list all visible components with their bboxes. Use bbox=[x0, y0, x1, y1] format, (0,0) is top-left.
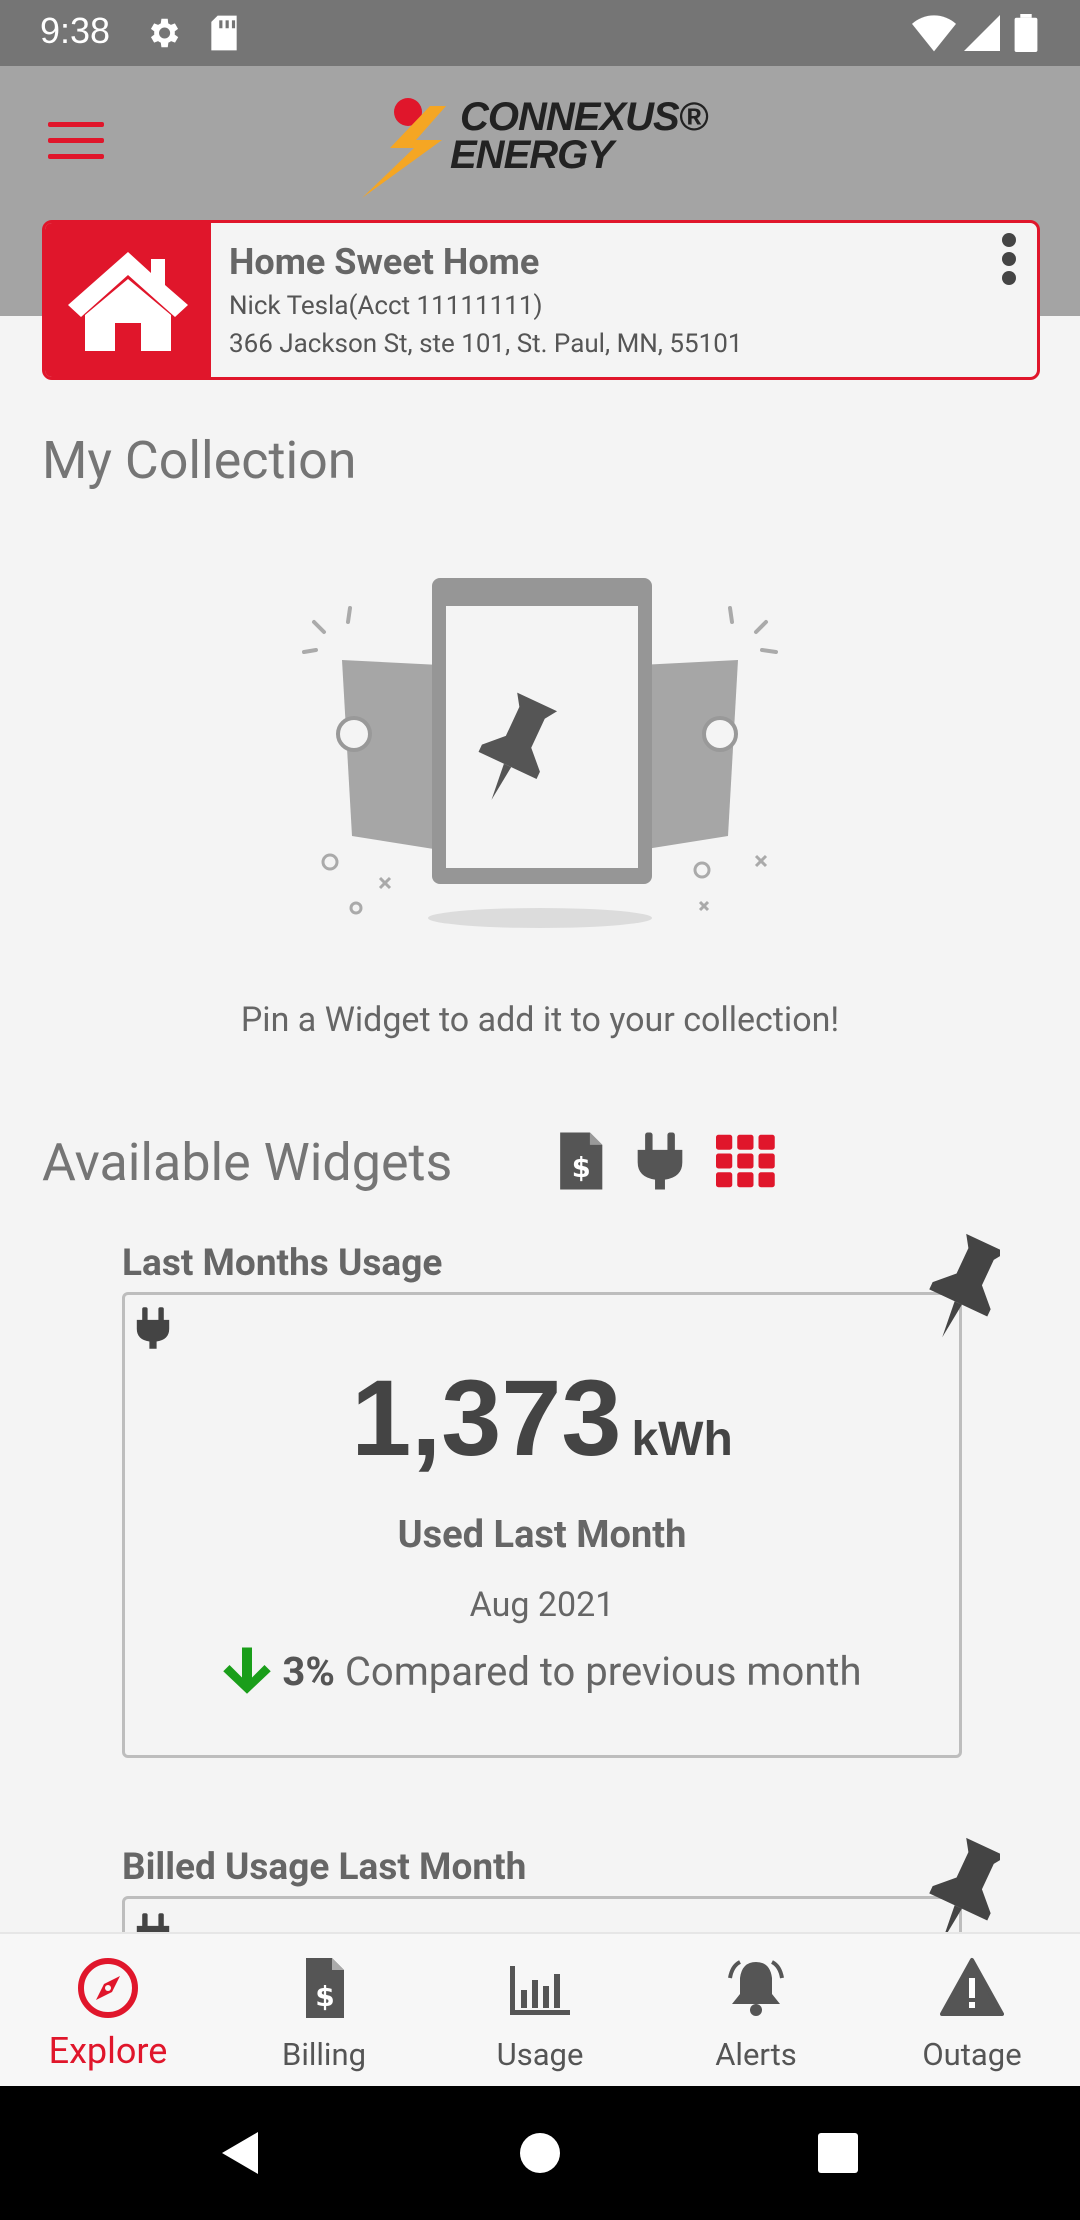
system-navigation-bar bbox=[0, 2086, 1080, 2220]
pin-widget-illustration bbox=[302, 578, 778, 928]
settings-icon bbox=[150, 18, 179, 48]
sd-card-icon bbox=[211, 15, 237, 51]
usage-filter-icon[interactable] bbox=[634, 1130, 686, 1192]
nav-billing[interactable]: $ Billing bbox=[216, 1934, 432, 2088]
available-widgets-title: Available Widgets bbox=[42, 1132, 453, 1193]
usage-comparison: 3% Compared to previous month bbox=[125, 1645, 959, 1695]
plug-icon bbox=[136, 1307, 170, 1349]
svg-text:$: $ bbox=[572, 1153, 591, 1184]
logo-line-2: ENERGY bbox=[450, 133, 614, 177]
nav-label: Billing bbox=[282, 2036, 366, 2073]
account-address: 366 Jackson St, ste 101, St. Paul, MN, 5… bbox=[229, 329, 743, 359]
account-holder: Nick Tesla(Acct 11111111) bbox=[229, 291, 543, 321]
wifi-icon bbox=[912, 15, 956, 52]
account-card[interactable]: Home Sweet Home Nick Tesla(Acct 11111111… bbox=[42, 220, 1040, 380]
account-overflow-menu-button[interactable] bbox=[999, 233, 1019, 293]
battery-icon bbox=[1014, 14, 1038, 52]
all-widgets-filter-icon[interactable] bbox=[716, 1130, 776, 1192]
usage-unit: kWh bbox=[631, 1413, 733, 1466]
usage-label: Used Last Month bbox=[397, 1513, 687, 1557]
nav-label: Outage bbox=[922, 2036, 1022, 2073]
nav-label: Alerts bbox=[715, 2036, 797, 2073]
empty-collection-message: Pin a Widget to add it to your collectio… bbox=[240, 1000, 840, 1040]
nav-explore[interactable]: Explore bbox=[0, 1934, 216, 2088]
usage-value: 1,373 kWh bbox=[125, 1355, 959, 1480]
last-months-usage-widget[interactable]: 1,373 kWh Used Last Month Aug 2021 3% Com… bbox=[122, 1292, 962, 1758]
account-icon-box bbox=[45, 223, 211, 377]
bell-icon bbox=[728, 1960, 784, 2016]
status-time: 9:38 bbox=[40, 10, 111, 51]
pin-widget-icon[interactable] bbox=[900, 1228, 1000, 1338]
svg-text:$: $ bbox=[315, 1980, 334, 2013]
logo-text: CONNEXUS® ENERGY bbox=[450, 95, 708, 175]
bottom-navigation: Explore $ Billing Usage Alerts Outage bbox=[0, 1932, 1080, 2086]
bar-chart-icon bbox=[510, 1966, 570, 2015]
nav-alerts[interactable]: Alerts bbox=[648, 1934, 864, 2088]
arrow-down-icon bbox=[223, 1647, 272, 1694]
warning-icon bbox=[940, 1958, 1004, 2016]
house-icon bbox=[68, 252, 188, 351]
usage-period: Aug 2021 bbox=[469, 1585, 615, 1625]
billing-filter-icon[interactable]: $ bbox=[554, 1130, 606, 1192]
nav-usage[interactable]: Usage bbox=[432, 1934, 648, 2088]
nav-label: Usage bbox=[496, 2036, 584, 2073]
logo-line-1: CONNEXUS® bbox=[460, 95, 708, 139]
usage-change-text: Compared to previous month bbox=[344, 1648, 862, 1695]
usage-number: 1,373 bbox=[351, 1357, 622, 1478]
compass-icon bbox=[78, 1958, 138, 2018]
nav-label: Explore bbox=[48, 2030, 168, 2072]
bill-icon: $ bbox=[306, 1958, 344, 2018]
signal-icon bbox=[964, 15, 1000, 51]
connexus-logo: CONNEXUS® ENERGY bbox=[350, 88, 730, 208]
widget-title: Billed Usage Last Month bbox=[122, 1846, 527, 1889]
back-icon[interactable] bbox=[220, 2130, 260, 2176]
account-name: Home Sweet Home bbox=[229, 241, 540, 283]
hamburger-menu-button[interactable] bbox=[48, 122, 104, 166]
status-bar: 9:38 bbox=[0, 0, 1080, 66]
usage-change-percent: 3% bbox=[282, 1648, 335, 1695]
my-collection-title: My Collection bbox=[42, 430, 357, 491]
home-icon[interactable] bbox=[519, 2132, 561, 2174]
recents-icon[interactable] bbox=[817, 2132, 859, 2174]
pin-widget-icon[interactable] bbox=[900, 1832, 1000, 1942]
nav-outage[interactable]: Outage bbox=[864, 1934, 1080, 2088]
widget-title: Last Months Usage bbox=[122, 1242, 443, 1285]
